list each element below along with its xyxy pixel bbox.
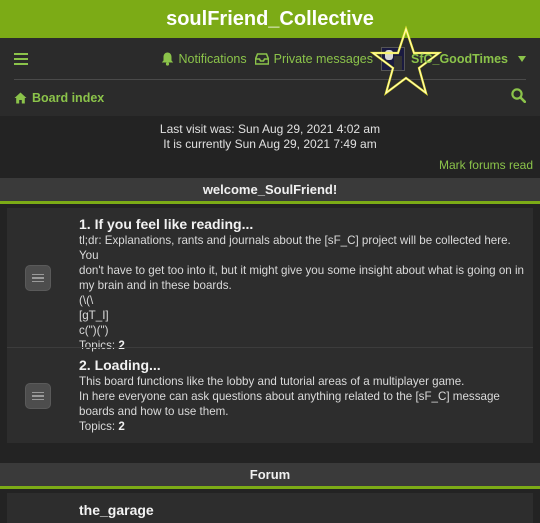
visit-info: Last visit was: Sun Aug 29, 2021 4:02 am… bbox=[0, 116, 540, 178]
forum-body: the_garage bbox=[79, 502, 525, 519]
navbar: Notifications Private messages SfC_GoodT… bbox=[0, 25, 540, 116]
current-time-text: It is currently Sun Aug 29, 2021 7:49 am bbox=[163, 137, 377, 151]
forum-description: This board functions like the lobby and … bbox=[79, 374, 525, 419]
navbar-bottom-row: Board index bbox=[14, 82, 527, 114]
site-title[interactable]: soulFriend_Collective bbox=[166, 8, 374, 31]
forum-description-line: c(")(") bbox=[79, 324, 109, 337]
notifications-label: Notifications bbox=[178, 51, 247, 66]
search-icon bbox=[511, 88, 527, 104]
forum-title[interactable]: 2. Loading... bbox=[79, 357, 525, 374]
forum-description-line: tl;dr: Explanations, rants and journals … bbox=[79, 234, 511, 262]
avatar bbox=[380, 46, 405, 71]
category-header-welcome[interactable]: welcome_SoulFriend! bbox=[0, 178, 540, 204]
forum-description-line: (\(\ bbox=[79, 294, 94, 307]
search-button[interactable] bbox=[511, 88, 527, 108]
private-messages-label: Private messages bbox=[273, 51, 373, 66]
forum-topics: Topics: 2 bbox=[79, 419, 525, 434]
inbox-icon bbox=[254, 52, 269, 65]
topics-count: 2 bbox=[118, 420, 125, 433]
bell-icon bbox=[161, 52, 173, 66]
forum-description-line: boards and how to use them. bbox=[79, 405, 229, 418]
forum-list-forum: the_garage bbox=[7, 493, 533, 523]
forum-row: the_garage bbox=[7, 493, 533, 523]
home-icon bbox=[14, 92, 27, 104]
site-header: soulFriend_Collective bbox=[0, 0, 540, 38]
category-title: welcome_SoulFriend! bbox=[202, 182, 338, 197]
last-visit-text: Last visit was: Sun Aug 29, 2021 4:02 am bbox=[159, 122, 381, 136]
board-index-link[interactable]: Board index bbox=[14, 91, 104, 105]
forum-title[interactable]: the_garage bbox=[79, 502, 525, 519]
username: SfC_GoodTimes bbox=[410, 51, 508, 66]
forum-description-line: don't have to get too into it, but it mi… bbox=[79, 264, 524, 277]
forum-read-icon bbox=[25, 265, 51, 291]
forum-description-line: This board functions like the lobby and … bbox=[79, 375, 465, 388]
navbar-user-links: Notifications Private messages SfC_GoodT… bbox=[161, 25, 526, 96]
mark-forums-read-link[interactable]: Mark forums read bbox=[439, 158, 533, 172]
forum-body: 2. Loading... This board functions like … bbox=[79, 357, 525, 434]
forum-row: 1. If you feel like reading... tl;dr: Ex… bbox=[7, 208, 533, 352]
forum-description-line: In here everyone can ask questions about… bbox=[79, 390, 500, 403]
forum-row: 2. Loading... This board functions like … bbox=[7, 348, 533, 443]
category-title: Forum bbox=[249, 467, 291, 482]
user-menu[interactable]: SfC_GoodTimes bbox=[369, 25, 526, 96]
forum-read-icon bbox=[25, 383, 51, 409]
board-index-label: Board index bbox=[32, 91, 105, 105]
forum-body: 1. If you feel like reading... tl;dr: Ex… bbox=[79, 216, 525, 353]
forum-list-welcome: 1. If you feel like reading... tl;dr: Ex… bbox=[7, 208, 533, 443]
forum-description: tl;dr: Explanations, rants and journals … bbox=[79, 233, 525, 338]
private-messages-link[interactable]: Private messages bbox=[254, 51, 373, 66]
topics-label: Topics: bbox=[79, 420, 116, 433]
navbar-top-row: Notifications Private messages SfC_GoodT… bbox=[14, 25, 526, 96]
category-header-forum[interactable]: Forum bbox=[0, 463, 540, 489]
forum-description-line: my brain and in these boards. bbox=[79, 279, 232, 292]
forum-title[interactable]: 1. If you feel like reading... bbox=[79, 216, 525, 233]
notifications-link[interactable]: Notifications bbox=[161, 52, 247, 66]
hamburger-icon[interactable] bbox=[14, 52, 28, 65]
chevron-down-icon bbox=[518, 55, 526, 62]
forum-description-line: [gT_I] bbox=[79, 309, 109, 322]
